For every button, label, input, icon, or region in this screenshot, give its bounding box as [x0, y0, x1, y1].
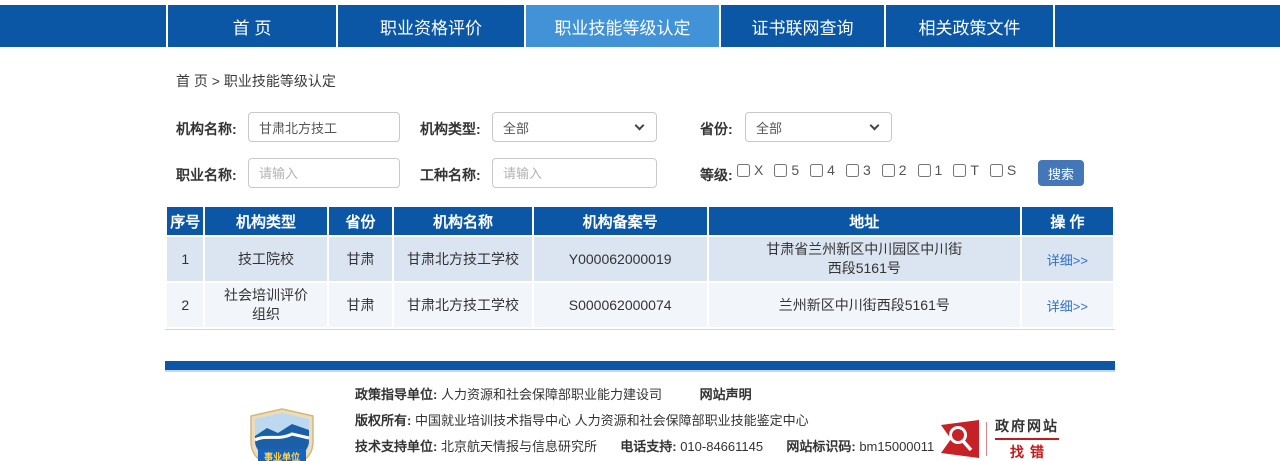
gov-logo-title: 政府网站	[995, 416, 1059, 440]
footer-divider-bar	[165, 361, 1115, 372]
cell-address: 甘肃省兰州新区中川园区中川街西段5161号	[709, 237, 1020, 281]
policy-label: 政策指导单位:	[355, 387, 437, 402]
header-record-no: 机构备案号	[534, 207, 707, 235]
site-id-label: 网站标识码:	[786, 439, 855, 454]
cell-record-no: Y000062000019	[534, 237, 707, 281]
org-type-label: 机构类型:	[420, 119, 481, 139]
cell-org-name: 甘肃北方技工学校	[394, 237, 531, 281]
nav-tab-policy-files[interactable]: 相关政策文件	[886, 5, 1055, 47]
level-checkbox-t[interactable]	[953, 164, 966, 177]
level-checkbox-group: X 5 4 3 2 1 T S	[737, 162, 1016, 178]
table-header-row: 序号 机构类型 省份 机构名称 机构备案号 地址 操 作	[167, 207, 1113, 235]
table-row: 1 技工院校 甘肃 甘肃北方技工学校 Y000062000019 甘肃省兰州新区…	[167, 237, 1113, 281]
chevron-down-icon	[635, 121, 645, 131]
province-selected-value: 全部	[756, 118, 782, 137]
level-option-x[interactable]: X	[737, 162, 763, 178]
cell-index: 2	[167, 283, 203, 327]
nav-tab-skill-level-cert[interactable]: 职业技能等级认定	[526, 5, 721, 47]
org-type-selected-value: 全部	[503, 118, 529, 137]
level-option-5[interactable]: 5	[774, 162, 799, 178]
search-button[interactable]: 搜索	[1038, 160, 1084, 186]
cell-record-no: S000062000074	[534, 283, 707, 327]
level-checkbox-x[interactable]	[737, 164, 750, 177]
nav-right-spacer	[1055, 5, 1280, 47]
gov-logo-text: 政府网站 找错	[995, 416, 1059, 461]
level-option-3[interactable]: 3	[846, 162, 871, 178]
badge-label: 事业单位	[247, 450, 317, 461]
gov-error-report-logo[interactable]: 政府网站 找错	[940, 416, 1059, 461]
table-row: 2 社会培训评价组织 甘肃 甘肃北方技工学校 S000062000074 兰州新…	[167, 283, 1113, 327]
cell-address: 兰州新区中川街西段5161号	[709, 283, 1020, 327]
level-label: 等级:	[700, 165, 733, 185]
copyright-label: 版权所有:	[355, 413, 411, 428]
phone-value: 010-84661145	[680, 439, 763, 454]
nav-left-spacer	[0, 5, 168, 47]
level-option-4[interactable]: 4	[810, 162, 835, 178]
org-name-label: 机构名称:	[176, 119, 237, 139]
cell-org-type: 技工院校	[205, 237, 326, 281]
policy-value: 人力资源和社会保障部职业能力建设司	[441, 387, 662, 402]
header-province: 省份	[329, 207, 393, 235]
level-checkbox-s[interactable]	[990, 164, 1003, 177]
header-address: 地址	[709, 207, 1020, 235]
header-org-name: 机构名称	[394, 207, 531, 235]
header-index: 序号	[167, 207, 203, 235]
site-statement-link[interactable]: 网站声明	[700, 387, 752, 402]
results-table: 序号 机构类型 省份 机构名称 机构备案号 地址 操 作 1 技工院校 甘肃 甘…	[165, 205, 1115, 330]
org-type-select[interactable]: 全部	[492, 112, 657, 142]
province-select[interactable]: 全部	[745, 112, 892, 142]
public-institution-badge: 事业单位	[247, 408, 317, 461]
occupation-input[interactable]	[248, 158, 400, 188]
breadcrumb[interactable]: 首 页 > 职业技能等级认定	[176, 71, 336, 91]
footer-copyright-line: 版权所有: 中国就业培训技术指导中心 人力资源和社会保障部职业技能鉴定中心	[355, 410, 809, 429]
nav-tab-qualification-eval[interactable]: 职业资格评价	[338, 5, 526, 47]
work-type-input[interactable]	[492, 158, 657, 188]
cell-org-type: 社会培训评价组织	[205, 283, 326, 327]
level-option-2[interactable]: 2	[882, 162, 907, 178]
level-checkbox-1[interactable]	[918, 164, 931, 177]
copyright-value: 中国就业培训技术指导中心 人力资源和社会保障部职业技能鉴定中心	[415, 413, 809, 428]
cell-province: 甘肃	[329, 283, 393, 327]
level-option-1[interactable]: 1	[918, 162, 943, 178]
header-org-type: 机构类型	[205, 207, 326, 235]
logo-divider	[986, 422, 987, 456]
level-option-t[interactable]: T	[953, 162, 979, 178]
detail-link[interactable]: 详细>>	[1047, 299, 1088, 314]
cell-action: 详细>>	[1022, 283, 1113, 327]
level-checkbox-4[interactable]	[810, 164, 823, 177]
occupation-label: 职业名称:	[176, 165, 237, 185]
magnifier-flag-icon	[940, 419, 980, 459]
footer-support-line: 技术支持单位: 北京航天情报与信息研究所 电话支持: 010-84661145 …	[355, 436, 934, 455]
chevron-down-icon	[870, 121, 880, 131]
footer-policy-line: 政策指导单位: 人力资源和社会保障部职业能力建设司 网站声明	[355, 384, 752, 403]
support-value: 北京航天情报与信息研究所	[441, 439, 597, 454]
nav-tab-certificate-query[interactable]: 证书联网查询	[721, 5, 886, 47]
cell-index: 1	[167, 237, 203, 281]
work-type-label: 工种名称:	[420, 165, 481, 185]
level-checkbox-3[interactable]	[846, 164, 859, 177]
nav-tab-home[interactable]: 首 页	[168, 5, 338, 47]
cell-action: 详细>>	[1022, 237, 1113, 281]
header-action: 操 作	[1022, 207, 1113, 235]
level-option-s[interactable]: S	[990, 162, 1016, 178]
org-name-input[interactable]	[248, 112, 400, 142]
support-label: 技术支持单位:	[355, 439, 437, 454]
province-label: 省份:	[700, 119, 733, 139]
cell-org-name: 甘肃北方技工学校	[394, 283, 531, 327]
level-checkbox-2[interactable]	[882, 164, 895, 177]
top-nav: 首 页 职业资格评价 职业技能等级认定 证书联网查询 相关政策文件	[0, 5, 1280, 47]
cell-province: 甘肃	[329, 237, 393, 281]
phone-label: 电话支持:	[620, 439, 676, 454]
site-id-value: bm15000011	[859, 439, 934, 454]
gov-logo-subtitle: 找错	[1004, 442, 1050, 461]
level-checkbox-5[interactable]	[774, 164, 787, 177]
detail-link[interactable]: 详细>>	[1047, 253, 1088, 268]
